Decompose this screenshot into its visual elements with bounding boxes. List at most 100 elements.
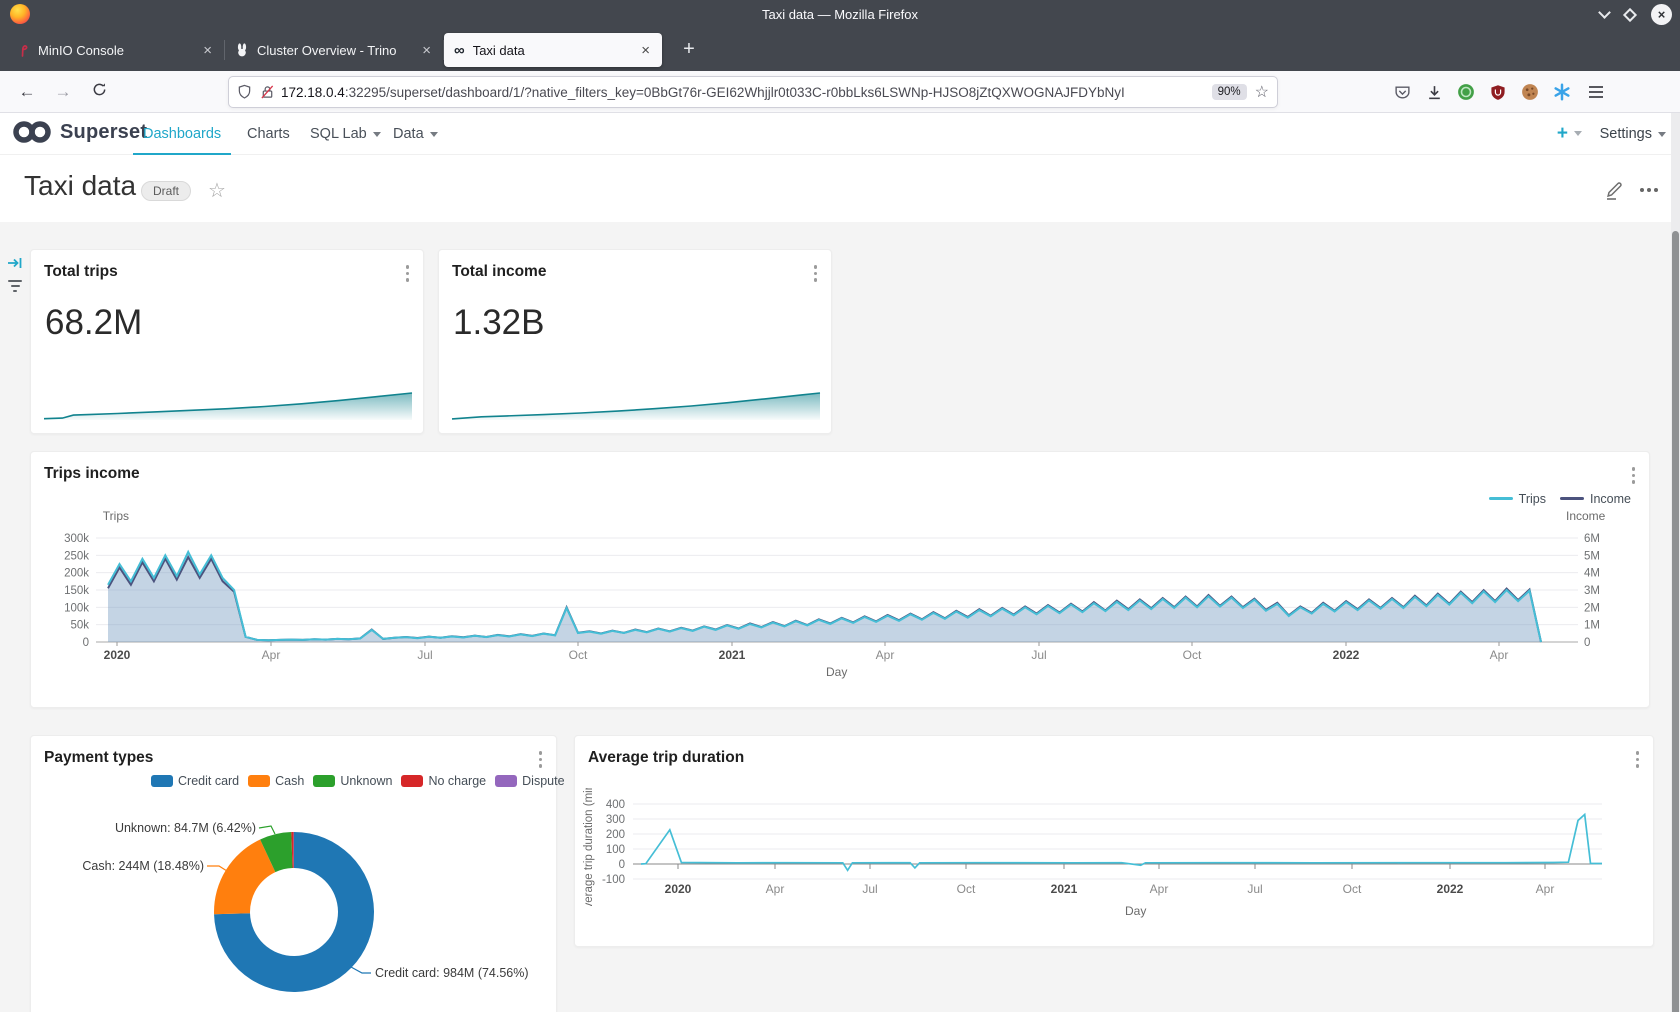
svg-text:Unknown: 84.7M (6.42%): Unknown: 84.7M (6.42%) <box>115 821 256 835</box>
window-maximize-button[interactable] <box>1623 7 1637 21</box>
svg-text:2M: 2M <box>1584 602 1600 614</box>
dashboard-header: Taxi data Draft ☆ <box>0 155 1680 222</box>
total-trips-sparkline <box>31 250 425 435</box>
svg-text:150k: 150k <box>64 585 89 597</box>
favorite-star-icon[interactable]: ☆ <box>208 178 226 203</box>
bookmark-star-icon[interactable]: ☆ <box>1255 82 1269 102</box>
menu-hamburger-icon[interactable] <box>1584 80 1608 104</box>
reload-icon <box>92 82 107 97</box>
dashboard-body: Total trips 68.2M Total income 1.32B Tri… <box>0 222 1680 1012</box>
url-bar[interactable]: 172.18.0.4:32295/superset/dashboard/1/?n… <box>228 76 1278 108</box>
expand-filter-bar-icon[interactable] <box>7 256 23 270</box>
tab-close-icon[interactable]: × <box>420 42 433 59</box>
minio-icon <box>16 43 30 57</box>
svg-text:0: 0 <box>83 637 89 649</box>
lock-insecure-icon[interactable] <box>260 84 275 100</box>
svg-text:Cash: 244M (18.48%): Cash: 244M (18.48%) <box>82 859 204 873</box>
svg-text:300k: 300k <box>64 533 89 545</box>
new-tab-button[interactable]: + <box>674 35 704 65</box>
svg-text:300: 300 <box>606 814 625 826</box>
svg-text:3M: 3M <box>1584 585 1600 597</box>
svg-text:2020: 2020 <box>104 648 131 662</box>
total-income-sparkline <box>439 250 833 435</box>
pocket-icon[interactable] <box>1390 80 1414 104</box>
shield-icon[interactable] <box>237 84 252 100</box>
card-payment-types: Payment types Credit cardCashUnknownNo c… <box>30 735 557 1012</box>
tab-close-icon[interactable]: × <box>639 42 652 59</box>
nav-data[interactable]: Data <box>383 113 448 155</box>
svg-text:Apr: Apr <box>1536 882 1555 896</box>
card-trips-income: Trips income Trips Income Trips Income 0… <box>30 451 1650 708</box>
avg-trip-duration-chart: 4003002001000-1002020AprJulOct2021AprJul… <box>575 736 1655 948</box>
x-axis-title: Day <box>826 665 847 679</box>
superset-infinity-icon <box>12 119 52 145</box>
nav-dashboards[interactable]: Dashboards <box>133 113 231 155</box>
extension-asterisk-icon[interactable] <box>1550 80 1574 104</box>
svg-text:100k: 100k <box>64 602 89 614</box>
ublock-shield-icon[interactable] <box>1486 80 1510 104</box>
card-avg-trip-duration: Average trip duration Average trip durat… <box>574 735 1654 947</box>
tab-taxi-data-active[interactable]: ∞ Taxi data × <box>444 33 662 67</box>
svg-text:Apr: Apr <box>1150 882 1169 896</box>
trino-bunny-icon <box>235 43 249 57</box>
svg-text:Apr: Apr <box>876 648 895 662</box>
tab-strip: MinIO Console × Cluster Overview - Trino… <box>0 29 1680 71</box>
status-badge: Draft <box>141 181 191 201</box>
forward-button[interactable]: → <box>50 79 76 105</box>
more-options-icon[interactable] <box>1640 188 1658 192</box>
svg-text:Jul: Jul <box>1031 648 1046 662</box>
reload-button[interactable] <box>86 79 112 105</box>
superset-logo[interactable]: Superset <box>12 119 147 145</box>
svg-text:50k: 50k <box>70 620 89 632</box>
window-minimize-button[interactable] <box>1598 6 1611 19</box>
card-total-trips: Total trips 68.2M <box>30 249 424 434</box>
superset-navbar: Superset Dashboards Charts SQL Lab Data … <box>0 113 1680 155</box>
zoom-level-badge[interactable]: 90% <box>1212 84 1247 100</box>
svg-text:-100: -100 <box>602 874 625 886</box>
svg-text:250k: 250k <box>64 550 89 562</box>
svg-text:0: 0 <box>619 859 625 871</box>
download-icon[interactable] <box>1422 80 1446 104</box>
svg-text:Oct: Oct <box>1183 648 1202 662</box>
svg-text:100: 100 <box>606 844 625 856</box>
tab-title: Taxi data <box>473 43 640 58</box>
tab-minio-console[interactable]: MinIO Console × <box>6 33 224 67</box>
svg-text:Credit card: 984M (74.56%): Credit card: 984M (74.56%) <box>375 966 529 980</box>
cookie-icon[interactable] <box>1518 80 1542 104</box>
svg-text:Jul: Jul <box>417 648 432 662</box>
superset-tab-icon: ∞ <box>454 42 465 59</box>
svg-text:Apr: Apr <box>262 648 281 662</box>
svg-text:6M: 6M <box>1584 533 1600 545</box>
svg-text:200k: 200k <box>64 568 89 580</box>
window-title: Taxi data — Mozilla Firefox <box>0 7 1680 22</box>
svg-text:2022: 2022 <box>1333 648 1360 662</box>
payment-types-donut-chart: Unknown: 84.7M (6.42%) Cash: 244M (18.48%… <box>31 736 558 1012</box>
svg-text:Jul: Jul <box>862 882 877 896</box>
svg-text:4M: 4M <box>1584 568 1600 580</box>
window-titlebar: Taxi data — Mozilla Firefox × <box>0 0 1680 29</box>
add-new-button[interactable]: + <box>1557 113 1582 155</box>
nav-sql-lab[interactable]: SQL Lab <box>300 113 391 155</box>
svg-text:Apr: Apr <box>766 882 785 896</box>
svg-text:Oct: Oct <box>1343 882 1362 896</box>
tab-trino-cluster[interactable]: Cluster Overview - Trino × <box>225 33 443 67</box>
chevron-down-icon <box>1658 132 1666 137</box>
nav-charts[interactable]: Charts <box>237 113 300 155</box>
svg-text:2021: 2021 <box>1051 882 1078 896</box>
chevron-down-icon <box>1574 131 1582 136</box>
settings-menu[interactable]: Settings <box>1600 113 1666 155</box>
extension-green-icon[interactable] <box>1454 80 1478 104</box>
svg-text:5M: 5M <box>1584 550 1600 562</box>
filter-icon[interactable] <box>7 280 23 294</box>
window-close-button[interactable]: × <box>1651 4 1672 25</box>
chevron-down-icon <box>430 132 438 137</box>
edit-pencil-icon[interactable] <box>1604 179 1624 201</box>
tab-title: Cluster Overview - Trino <box>257 43 420 58</box>
back-button[interactable]: ← <box>14 79 40 105</box>
scrollbar-thumb[interactable] <box>1672 231 1679 1012</box>
scrollbar-track[interactable] <box>1671 113 1680 1012</box>
tab-close-icon[interactable]: × <box>201 42 214 59</box>
chevron-down-icon <box>373 132 381 137</box>
svg-text:Jul: Jul <box>1247 882 1262 896</box>
url-text: 172.18.0.4:32295/superset/dashboard/1/?n… <box>281 85 1204 100</box>
